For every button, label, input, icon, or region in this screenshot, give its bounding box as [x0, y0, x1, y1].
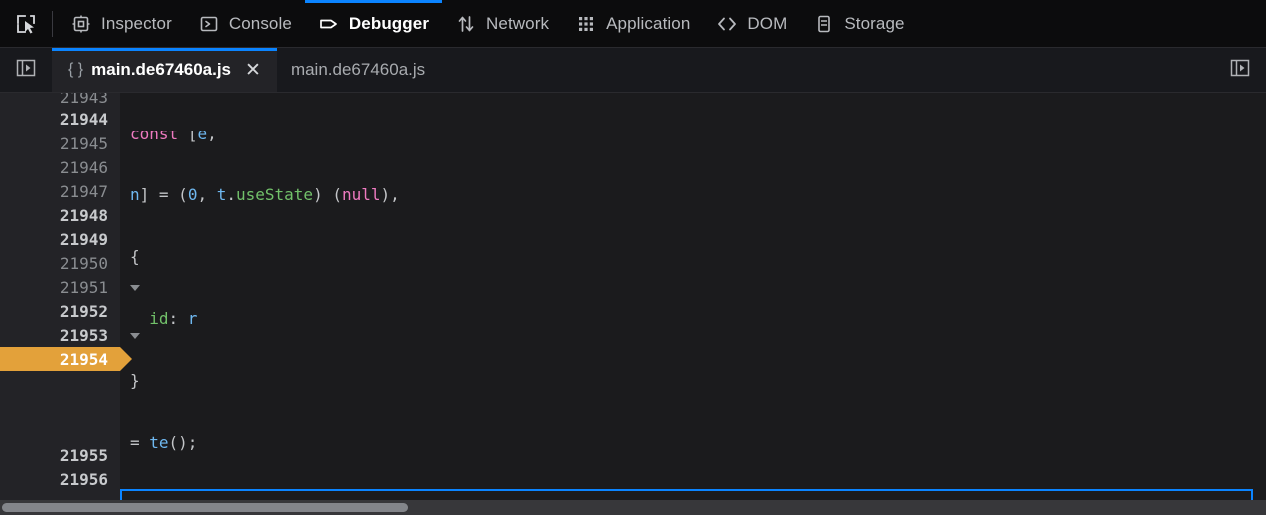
element-picker-button[interactable] [0, 0, 52, 48]
tab-application-label: Application [606, 13, 691, 33]
tab-debugger[interactable]: Debugger [304, 0, 443, 48]
code-line[interactable]: } [120, 369, 1266, 393]
tab-inspector[interactable]: Inspector [57, 0, 185, 48]
debugger-icon [318, 13, 340, 35]
paused-line-number[interactable]: 21954 [0, 347, 132, 371]
line-number[interactable]: 21950 [0, 251, 120, 275]
tab-application[interactable]: Application [562, 0, 703, 48]
tab-storage-label: Storage [844, 13, 905, 33]
inspector-icon [70, 13, 92, 35]
source-tab-filename: main.de67460a.js [91, 60, 232, 79]
source-tab-main-js[interactable]: { } main.de67460a.js ✕ [52, 48, 277, 92]
tab-console[interactable]: Console [185, 0, 305, 48]
inline-editor-gutter-space [0, 371, 120, 395]
tab-dom-label: DOM [747, 13, 788, 33]
line-number[interactable]: 21956 [0, 467, 120, 491]
toggle-sources-pane-left-button[interactable] [0, 48, 52, 92]
close-icon[interactable]: ✕ [243, 61, 263, 80]
dom-icon [716, 13, 738, 35]
inline-editor-gutter-space [0, 419, 120, 443]
horizontal-scrollbar-thumb[interactable] [2, 503, 408, 512]
line-number[interactable]: 21948 [0, 203, 120, 227]
line-number[interactable]: 21949 [0, 227, 120, 251]
tab-dom[interactable]: DOM [703, 0, 800, 48]
network-icon [455, 13, 477, 35]
line-number[interactable]: 21946 [0, 155, 120, 179]
devtools-toolbar: Inspector Console Debugger Network Appli… [0, 0, 1266, 48]
tab-network-label: Network [486, 13, 550, 33]
tab-debugger-label: Debugger [348, 13, 430, 33]
source-editor[interactable]: 21943 21944 21945 21946 21947 21948 2194… [0, 93, 1266, 515]
code-line[interactable]: id: r [120, 307, 1266, 331]
js-file-icon: { } [68, 61, 84, 78]
code-line[interactable]: { [120, 245, 1266, 269]
source-tab-strip: { } main.de67460a.js ✕ main.de67460a.js [0, 48, 1266, 93]
storage-icon [813, 13, 835, 35]
code-line[interactable]: = te(); [120, 431, 1266, 455]
tab-inspector-label: Inspector [101, 13, 172, 33]
console-icon [198, 13, 220, 35]
line-number[interactable]: 21945 [0, 131, 120, 155]
line-number[interactable]: 21951 [0, 275, 140, 299]
element-picker-icon [15, 13, 37, 35]
code-line[interactable]: const [e, [120, 131, 1266, 145]
line-number-gutter[interactable]: 21943 21944 21945 21946 21947 21948 2194… [0, 93, 140, 515]
horizontal-scrollbar[interactable] [0, 500, 1266, 515]
source-file-path: main.de67460a.js [290, 60, 426, 79]
toggle-sources-pane-icon [14, 57, 38, 84]
line-number[interactable]: 21953 [0, 323, 140, 347]
inline-editor-gutter-space [0, 395, 120, 419]
tab-console-label: Console [228, 13, 292, 33]
code-area[interactable]: const [e, n] = (0, t.useState) (null), {… [120, 93, 1266, 515]
line-number[interactable]: 21944 [0, 107, 120, 131]
line-number[interactable]: 21947 [0, 179, 120, 203]
toggle-sources-pane-right-button[interactable] [1214, 48, 1266, 92]
toggle-sources-pane-icon [1228, 57, 1252, 84]
line-number[interactable]: 21955 [0, 443, 120, 467]
tab-storage[interactable]: Storage [800, 0, 917, 48]
line-number[interactable]: 21952 [0, 299, 120, 323]
line-number[interactable]: 21943 [0, 93, 120, 107]
devtools-window: Inspector Console Debugger Network Appli… [0, 0, 1266, 515]
tab-network[interactable]: Network [442, 0, 562, 48]
code-line[interactable]: n] = (0, t.useState) (null), [120, 183, 1266, 207]
application-icon [575, 13, 597, 35]
toolbar-divider [52, 10, 53, 37]
